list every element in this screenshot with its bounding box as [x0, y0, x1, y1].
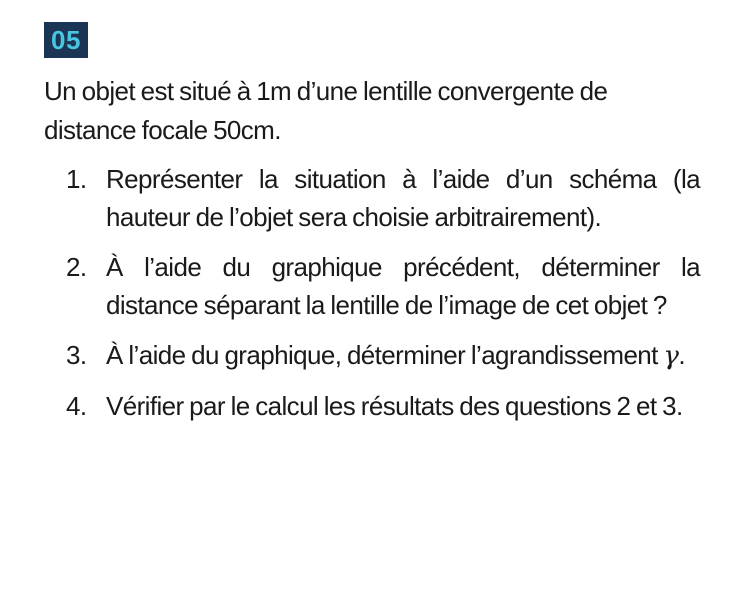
question-item-3: 3. À l’aide du graphique, déterminer l’a… [44, 336, 700, 375]
question-text: Vérifier par le calcul les résultats des… [106, 391, 683, 421]
question-number: 3. [66, 340, 87, 370]
question-number: 2. [66, 252, 87, 282]
question-text-end: . [678, 340, 685, 370]
question-text: À l’aide du graphique précédent, détermi… [106, 252, 701, 320]
gamma-symbol: γ [663, 341, 679, 371]
question-text: Représenter la situation à l’aide d’un s… [106, 164, 701, 232]
question-text: À l’aide du graphique, déterminer l’agra… [106, 340, 664, 370]
question-item-4: 4. Vérifier par le calcul les résultats … [44, 387, 700, 425]
question-number: 1. [66, 164, 87, 194]
question-number: 4. [66, 391, 87, 421]
question-item-2: 2. À l’aide du graphique précédent, déte… [44, 248, 701, 324]
question-item-1: 1. Représenter la situation à l’aide d’u… [44, 160, 701, 236]
exercise-statement: Un objet est situé à 1m d’une lentille c… [44, 76, 608, 145]
exercise-number-badge: 05 [44, 22, 88, 58]
question-list: 1. Représenter la situation à l’aide d’u… [44, 160, 701, 425]
exercise-block: 05 Un objet est situé à 1m d’une lentill… [44, 22, 701, 437]
